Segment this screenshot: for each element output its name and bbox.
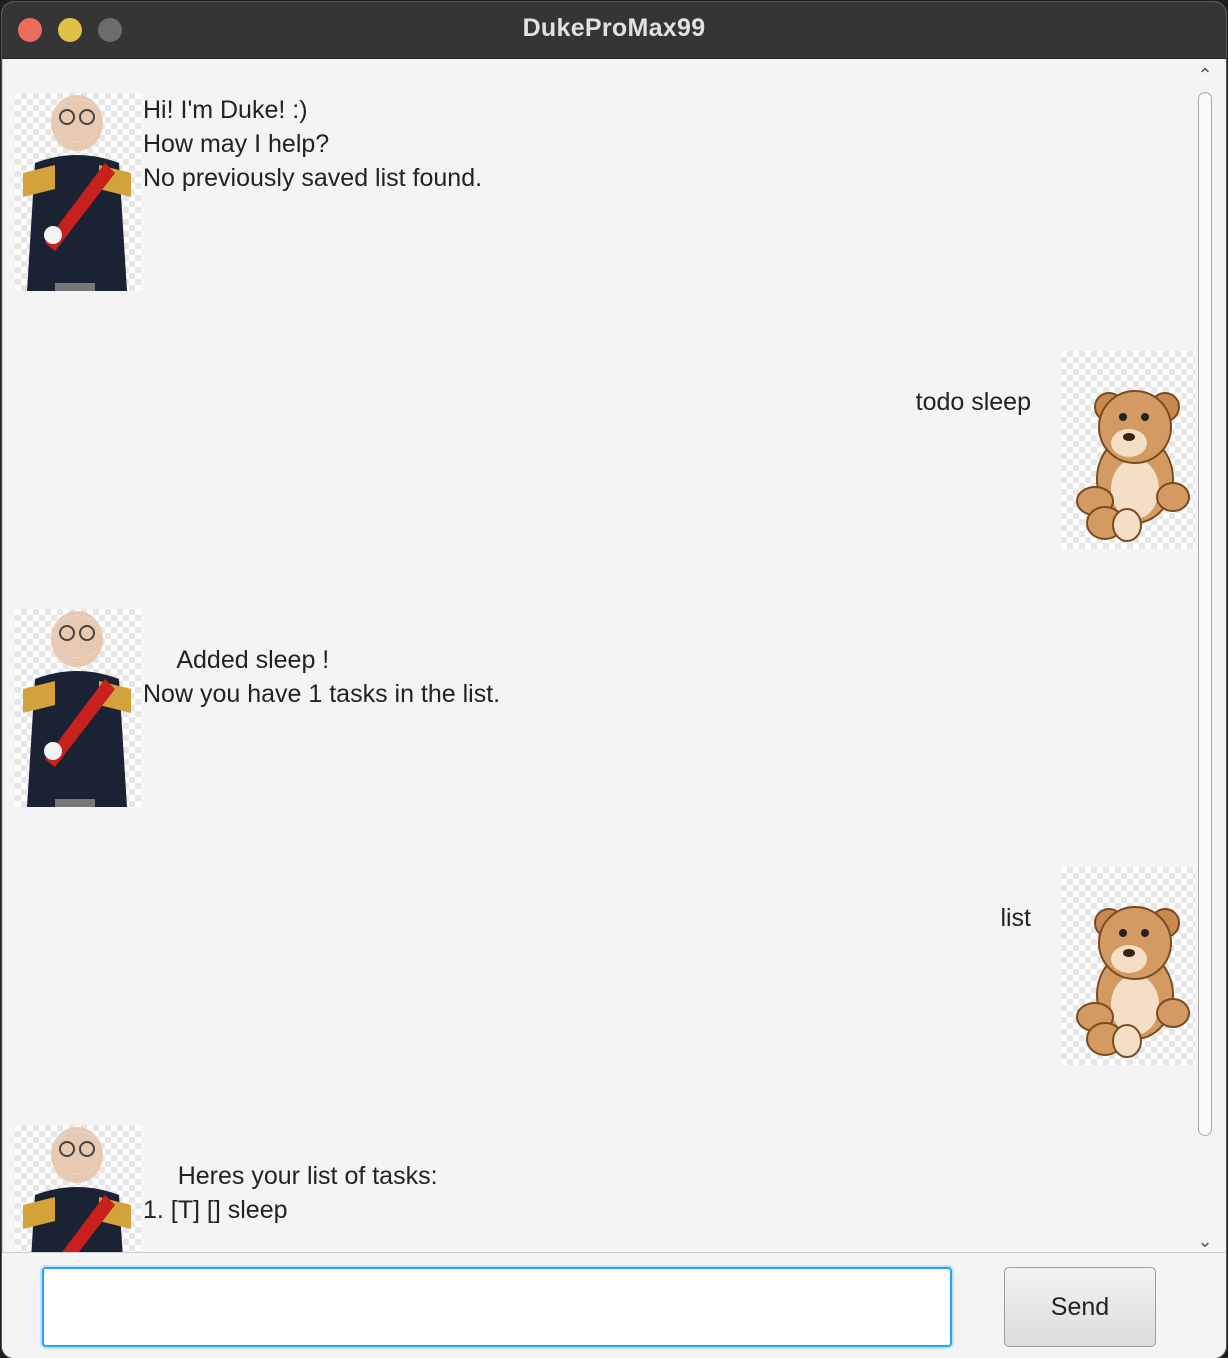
app-window: DukeProMax99 Hi! I'm Duke! :) How may I h… bbox=[2, 2, 1226, 1358]
message-line: Heres your list of tasks: bbox=[143, 1162, 438, 1190]
teddy-bear-icon bbox=[1061, 867, 1195, 1065]
duke-message: Hi! I'm Duke! :) How may I help? No previo… bbox=[143, 93, 482, 195]
input-bar: Send bbox=[2, 1252, 1226, 1358]
vertical-scrollbar[interactable]: ⌃ ⌄ bbox=[1192, 62, 1218, 1252]
teddy-bear-icon bbox=[1061, 351, 1195, 549]
send-button[interactable]: Send bbox=[1004, 1267, 1156, 1347]
message-line: Hi! I'm Duke! :) bbox=[143, 96, 308, 124]
title-bar[interactable]: DukeProMax99 bbox=[2, 2, 1226, 59]
user-message: list bbox=[1000, 904, 1031, 932]
message-line: 1. [T] [] sleep bbox=[143, 1196, 288, 1224]
user-message: todo sleep bbox=[915, 388, 1031, 416]
duke-avatar-icon bbox=[15, 1125, 141, 1252]
window-title: DukeProMax99 bbox=[522, 14, 706, 42]
message-line: No previously saved list found. bbox=[143, 164, 483, 192]
chevron-down-icon[interactable]: ⌄ bbox=[1196, 1232, 1214, 1250]
chat-scroll-pane[interactable]: Hi! I'm Duke! :) How may I help? No previo… bbox=[2, 59, 1226, 1252]
duke-avatar-icon bbox=[15, 609, 141, 807]
duke-message: Heres your list of tasks: 1. [T] [] sleep bbox=[143, 1159, 438, 1227]
scrollbar-thumb[interactable] bbox=[1198, 92, 1212, 1136]
duke-message: Added sleep ! Now you have 1 tasks in the… bbox=[143, 643, 500, 711]
message-line: Now you have 1 tasks in the list. bbox=[143, 680, 501, 708]
message-input[interactable] bbox=[42, 1267, 952, 1347]
message-line: Added sleep ! bbox=[143, 646, 330, 674]
duke-avatar-icon bbox=[15, 93, 141, 291]
message-line: How may I help? bbox=[143, 130, 330, 158]
chevron-up-icon[interactable]: ⌃ bbox=[1196, 66, 1214, 84]
